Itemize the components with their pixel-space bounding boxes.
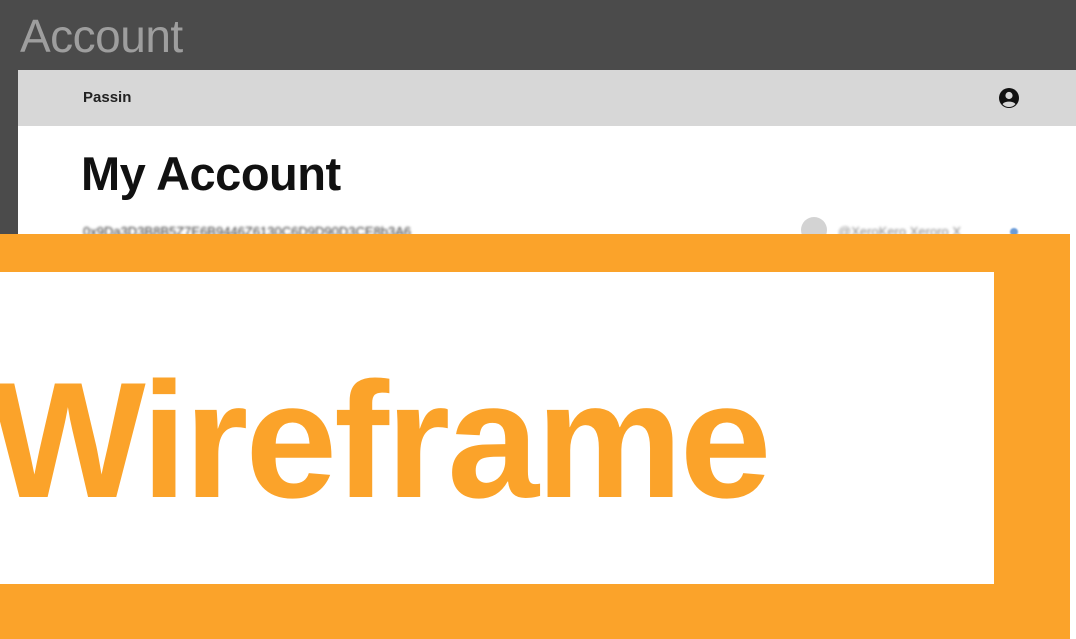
screenshot-stage: Account Passin My Account 0x9Da3D3B8B5Z7…	[0, 0, 1076, 639]
window-title: Account	[20, 10, 183, 62]
page-title: My Account	[81, 147, 341, 200]
top-navbar: Passin	[18, 70, 1076, 126]
wireframe-label: Wireframe	[0, 348, 772, 532]
wireframe-banner-panel: Wireframe	[0, 272, 994, 584]
user-circle-icon[interactable]	[998, 87, 1020, 109]
wireframe-banner: Wireframe	[0, 234, 1070, 639]
brand-link[interactable]: Passin	[83, 89, 131, 106]
